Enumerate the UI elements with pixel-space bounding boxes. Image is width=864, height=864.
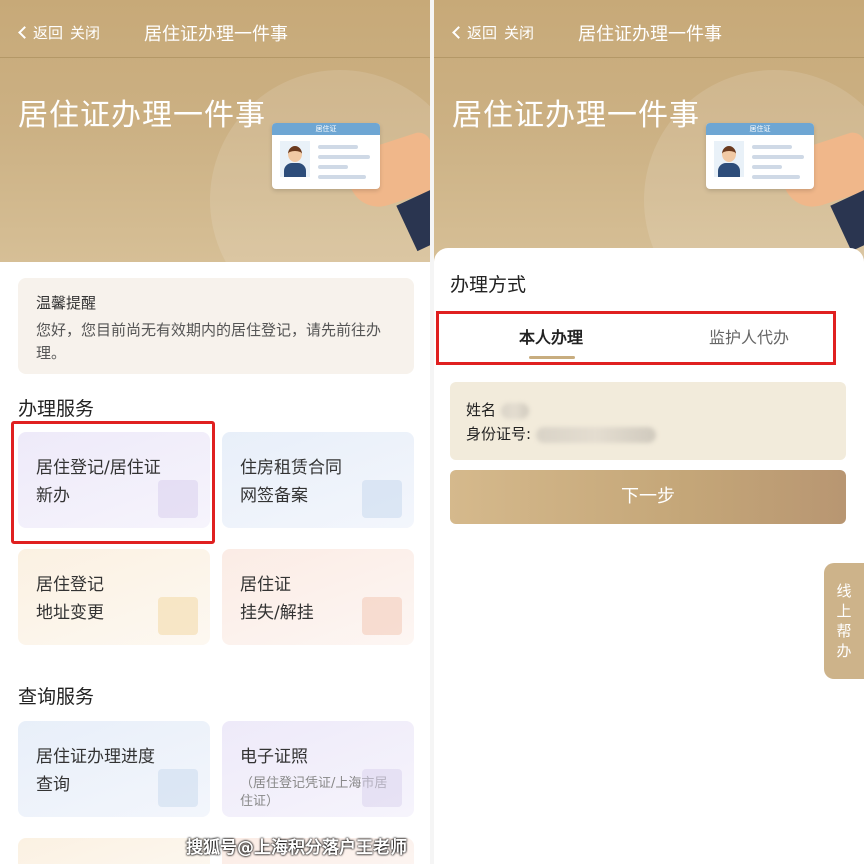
back-button[interactable]: 返回 (452, 22, 498, 43)
right-screen: 返回 关闭 居住证办理一件事 居住证办理一件事 居住证 办理方式 本人办理 监护… (434, 0, 864, 864)
method-tabs: 本人办理 监护人代办 (436, 311, 836, 365)
hero-title: 居住证办理一件事 (452, 98, 700, 133)
name-label: 姓名 (466, 401, 497, 419)
avatar (714, 141, 744, 177)
hero-title: 居住证办理一件事 (18, 98, 266, 133)
applicant-info: 姓名 身份证号: (450, 382, 846, 460)
avatar (280, 141, 310, 177)
watermark: 搜狐号@上海积分落户王老师 (186, 838, 407, 858)
tab-self[interactable]: 本人办理 (519, 324, 583, 348)
service-tile-rental-contract[interactable]: 住房租赁合同 网签备案 (222, 432, 414, 528)
query-section-title: 查询服务 (18, 686, 95, 708)
hero-banner: 返回 关闭 居住证办理一件事 居住证办理一件事 居住证 (0, 0, 430, 262)
chevron-left-icon (452, 26, 465, 39)
query-tile-progress[interactable]: 居住证办理进度 查询 (18, 721, 210, 817)
back-label: 返回 (467, 24, 498, 42)
close-button[interactable]: 关闭 (70, 22, 100, 43)
query-tile-e-certificate[interactable]: 电子证照 （居住登记凭证/上海市居住证） (222, 721, 414, 817)
tile-label: 居住证办理进度 (36, 747, 155, 767)
hero-banner: 返回 关闭 居住证办理一件事 居住证办理一件事 居住证 (434, 0, 864, 262)
id-row: 身份证号: (466, 422, 830, 446)
next-step-button[interactable]: 下一步 (450, 470, 846, 524)
tile-label: 居住登记 (36, 575, 104, 595)
list-icon (158, 769, 198, 807)
notice-card: 温馨提醒 您好，您目前尚无有效期内的居住登记，请先前往办理。 (18, 278, 414, 374)
nav-title: 居住证办理一件事 (578, 24, 722, 45)
masked-id-number (535, 426, 656, 443)
online-help-button[interactable]: 线上帮办 (824, 563, 864, 679)
main-content: 温馨提醒 您好，您目前尚无有效期内的居住登记，请先前往办理。 办理服务 居住登记… (0, 262, 430, 864)
highlight-box (11, 421, 215, 544)
chevron-left-icon (18, 26, 31, 39)
certificate-icon (362, 769, 402, 807)
tile-label: 电子证照 (240, 747, 308, 767)
address-icon (158, 597, 198, 635)
service-section-title: 办理服务 (18, 398, 95, 420)
nav-bar: 返回 关闭 居住证办理一件事 (434, 0, 864, 58)
service-tile-report-loss[interactable]: 居住证 挂失/解挂 (222, 549, 414, 645)
nav-title: 居住证办理一件事 (144, 24, 288, 45)
id-card-title: 居住证 (272, 123, 380, 135)
back-label: 返回 (33, 24, 64, 42)
tile-label: 住房租赁合同 (240, 458, 342, 478)
contract-icon (362, 480, 402, 518)
service-tile-address-change[interactable]: 居住登记 地址变更 (18, 549, 210, 645)
nav-bar: 返回 关闭 居住证办理一件事 (0, 0, 430, 58)
id-label: 身份证号: (466, 425, 532, 443)
name-row: 姓名 (466, 398, 830, 422)
notice-title: 温馨提醒 (36, 294, 97, 312)
left-screen: 返回 关闭 居住证办理一件事 居住证办理一件事 居住证 温馨提醒 您好，您目前尚… (0, 0, 430, 864)
help-label: 线上帮办 (836, 582, 852, 660)
notice-text: 您好，您目前尚无有效期内的居住登记，请先前往办理。 (36, 321, 382, 362)
card-lock-icon (362, 597, 402, 635)
tab-guardian[interactable]: 监护人代办 (709, 324, 789, 348)
id-card-illustration: 居住证 (272, 123, 380, 189)
masked-name (500, 402, 529, 419)
close-button[interactable]: 关闭 (504, 22, 534, 43)
id-card-title: 居住证 (706, 123, 814, 135)
active-tab-indicator (529, 356, 575, 359)
id-card-illustration: 居住证 (706, 123, 814, 189)
method-title: 办理方式 (450, 274, 527, 296)
service-tile-partial[interactable] (18, 838, 210, 864)
tile-label: 居住证 (240, 575, 291, 595)
back-button[interactable]: 返回 (18, 22, 64, 43)
